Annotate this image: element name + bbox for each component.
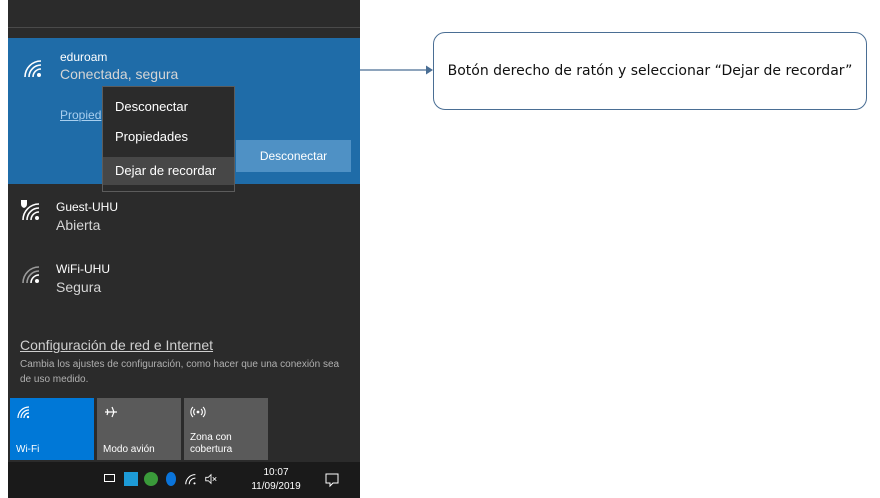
taskbar-clock[interactable]: 10:07 11/09/2019: [244, 466, 308, 494]
callout-arrow: [360, 65, 433, 75]
network-name: WiFi-UHU: [56, 262, 110, 276]
taskbar: 10:07 11/09/2019: [8, 462, 360, 498]
security-tray-icon[interactable]: [144, 472, 158, 486]
clock-date: 11/09/2019: [251, 481, 301, 492]
network-name: eduroam: [60, 50, 108, 64]
airplane-icon: [105, 406, 117, 418]
menu-item-forget[interactable]: Dejar de recordar: [103, 157, 234, 185]
network-status: Segura: [56, 279, 102, 295]
network-settings-description: Cambia los ajustes de configuración, com…: [20, 359, 340, 385]
menu-item-properties[interactable]: Propiedades: [103, 123, 234, 151]
divider: [8, 27, 360, 28]
disconnect-button[interactable]: Desconectar: [236, 140, 351, 172]
app-tray-s-icon[interactable]: [124, 472, 138, 486]
open-wifi-shield-icon: [21, 200, 40, 221]
wifi-signal-weak-icon: [22, 266, 40, 284]
action-center-icon[interactable]: [324, 472, 340, 488]
tile-label: Zona con cobertura: [190, 432, 233, 455]
tile-wifi[interactable]: Wi-Fi: [10, 398, 94, 460]
properties-link[interactable]: Propied: [60, 108, 101, 122]
network-name: Guest-UHU: [56, 200, 119, 214]
tile-mobile-hotspot[interactable]: Zona con cobertura: [184, 398, 268, 460]
battery-icon[interactable]: [104, 474, 115, 482]
instruction-callout: Botón derecho de ratón y seleccionar “De…: [433, 32, 867, 110]
wifi-signal-icon: [24, 60, 42, 78]
network-settings-link[interactable]: Configuración de red e Internet: [20, 337, 213, 353]
menu-item-disconnect[interactable]: Desconectar: [103, 93, 234, 121]
network-tray-icon[interactable]: [184, 472, 198, 486]
context-menu: Desconectar Propiedades Dejar de recorda…: [102, 86, 235, 192]
bluetooth-icon[interactable]: [166, 472, 176, 486]
hotspot-icon: [190, 406, 206, 418]
network-status: Conectada, segura: [60, 66, 179, 82]
wifi-icon: [17, 406, 30, 419]
network-flyout: eduroam Conectada, segura Propied Descon…: [8, 0, 360, 498]
network-status: Abierta: [56, 217, 101, 233]
callout-text: Botón derecho de ratón y seleccionar “De…: [447, 63, 853, 79]
tile-label: Modo avión: [103, 444, 155, 455]
tile-label: Wi-Fi: [16, 444, 40, 455]
clock-time: 10:07: [263, 467, 289, 478]
tile-airplane-mode[interactable]: Modo avión: [97, 398, 181, 460]
volume-muted-icon[interactable]: [204, 472, 218, 486]
